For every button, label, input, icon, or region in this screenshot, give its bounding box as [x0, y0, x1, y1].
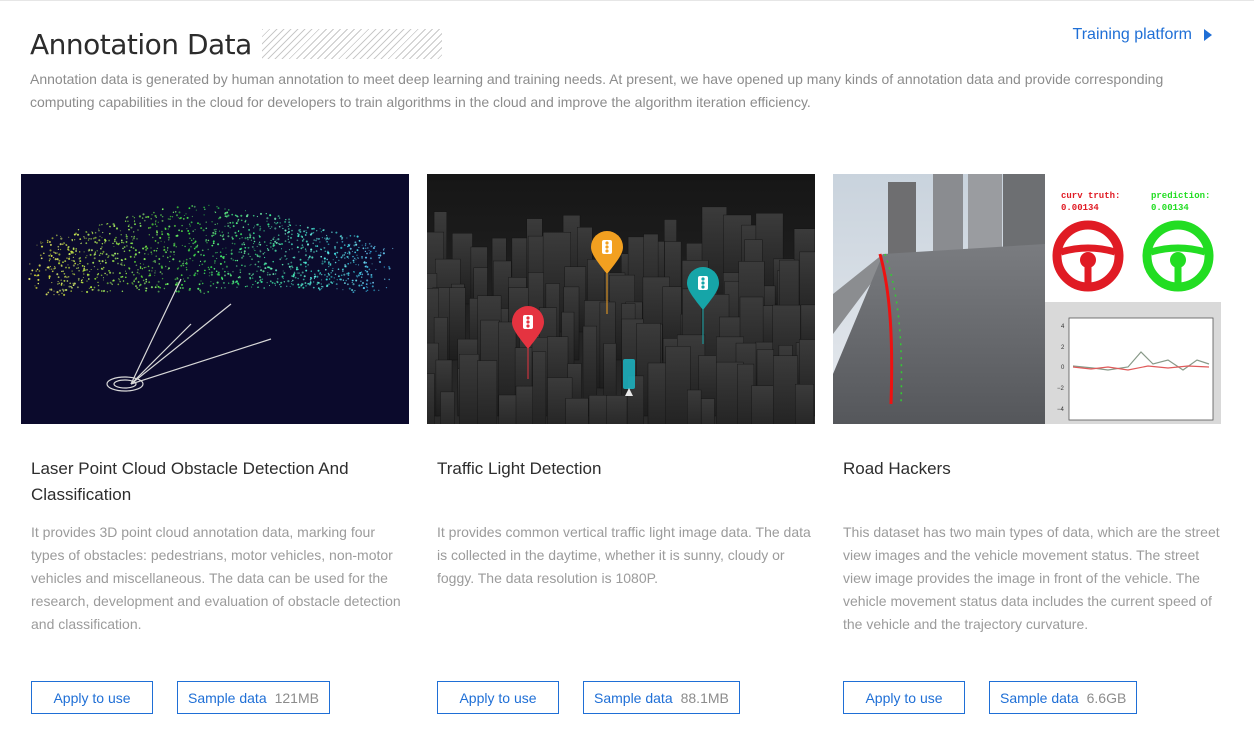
- card-description: This dataset has two main types of data,…: [843, 524, 1220, 632]
- road-view-image: curv truth: 0.00134 prediction: 0.00134 …: [833, 174, 1221, 424]
- sample-data-button[interactable]: Sample data 88.1MB: [583, 681, 740, 714]
- apply-to-use-button[interactable]: Apply to use: [437, 681, 559, 714]
- top-divider: [0, 0, 1254, 1]
- truth-value: 0.00134: [1061, 203, 1099, 213]
- intro-text: Annotation data is generated by human an…: [30, 71, 1164, 110]
- dataset-card-laser-point-cloud: Laser Point Cloud Obstacle Detection And…: [21, 174, 409, 714]
- dataset-card-road-hackers: curv truth: 0.00134 prediction: 0.00134 …: [833, 174, 1221, 714]
- file-size: 88.1MB: [680, 689, 729, 706]
- point-cloud-image: [21, 174, 409, 424]
- card-title: Traffic Light Detection: [437, 459, 602, 478]
- file-size: 6.6GB: [1086, 689, 1127, 706]
- prediction-value: 0.00134: [1151, 203, 1189, 213]
- svg-text:−2: −2: [1057, 386, 1065, 392]
- file-size: 121MB: [274, 689, 319, 706]
- apply-to-use-button[interactable]: Apply to use: [843, 681, 965, 714]
- sample-data-label: Sample data: [1000, 689, 1079, 706]
- truth-label: curv truth:: [1061, 191, 1120, 201]
- page-header: Annotation Data Training platform: [30, 26, 1230, 62]
- sample-data-button[interactable]: Sample data 6.6GB: [989, 681, 1138, 714]
- svg-text:−4: −4: [1057, 407, 1065, 413]
- apply-to-use-button[interactable]: Apply to use: [31, 681, 153, 714]
- card-description: It provides 3D point cloud annotation da…: [31, 524, 401, 632]
- prediction-label: prediction:: [1151, 191, 1210, 201]
- dataset-card-traffic-light: Traffic Light Detection It provides comm…: [427, 174, 815, 714]
- title-row: Annotation Data: [30, 26, 1230, 62]
- sample-data-button[interactable]: Sample data 121MB: [177, 681, 330, 714]
- page-title: Annotation Data: [30, 27, 252, 61]
- training-platform-link[interactable]: Training platform: [1073, 26, 1212, 44]
- play-arrow-icon: [1204, 29, 1212, 41]
- card-title: Road Hackers: [843, 459, 951, 478]
- card-title: Laser Point Cloud Obstacle Detection And…: [31, 459, 349, 504]
- sample-data-label: Sample data: [188, 689, 267, 706]
- training-platform-label: Training platform: [1072, 26, 1192, 43]
- sample-data-label: Sample data: [594, 689, 673, 706]
- traffic-light-city-image: [427, 174, 815, 424]
- title-hatch-decoration: [261, 29, 442, 59]
- card-description: It provides common vertical traffic ligh…: [437, 524, 811, 586]
